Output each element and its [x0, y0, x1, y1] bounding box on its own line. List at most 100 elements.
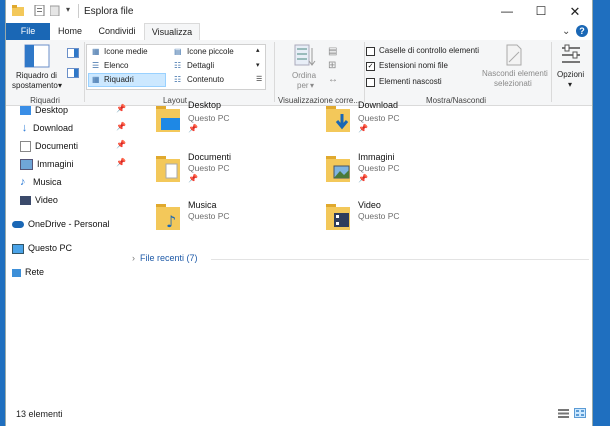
tile-desktop[interactable]: Desktop Questo PC 📌 [156, 100, 306, 140]
chevron-down-icon[interactable]: ▾ [58, 81, 62, 90]
content-icon: ☷ [174, 75, 182, 84]
chevron-right-icon: › [132, 253, 140, 263]
network-icon [12, 268, 21, 277]
cloud-icon [12, 221, 24, 229]
download-icon: ↓ [21, 122, 28, 135]
documents-icon [20, 141, 31, 153]
scroll-up-icon[interactable]: ▴ [256, 46, 260, 54]
group-separator [274, 42, 275, 102]
layout-small-icons[interactable]: Icone piccole [187, 47, 234, 56]
details-pane-icon[interactable] [67, 68, 79, 78]
sort-by-label-1[interactable]: Ordina [292, 71, 316, 80]
file-extensions-label[interactable]: Estensioni nomi file [379, 61, 448, 70]
tab-file[interactable]: File [6, 23, 50, 40]
pin-icon: 📌 [358, 174, 368, 183]
navigation-pane: Desktop 📌 ↓ Download 📌 Documenti 📌 Immagi… [6, 102, 126, 400]
tile-download[interactable]: Download Questo PC 📌 [326, 100, 476, 140]
desktop-icon [20, 106, 31, 116]
new-folder-icon[interactable] [50, 5, 62, 16]
tile-videos[interactable]: Video Questo PC [326, 198, 476, 238]
details-view-icon[interactable] [558, 409, 569, 418]
item-checkboxes-checkbox[interactable] [366, 47, 375, 56]
tile-name: Video [358, 200, 381, 210]
preview-pane-icon[interactable] [67, 48, 79, 58]
ribbon: Riquadro di spostamento ▾ Riquadri ▦ Ico… [6, 40, 592, 106]
options-label[interactable]: Opzioni [557, 70, 584, 79]
tile-name: Desktop [188, 100, 222, 110]
close-button[interactable]: ✕ [558, 0, 592, 23]
group-separator [364, 42, 365, 102]
layout-details[interactable]: Dettagli [187, 61, 214, 70]
tab-home[interactable]: Home [52, 23, 88, 40]
group-by-icon[interactable]: ▤ [328, 46, 337, 57]
expand-ribbon-icon[interactable]: ⌄ [562, 26, 570, 37]
sort-by-icon[interactable] [294, 44, 316, 68]
recent-files-group[interactable]: › File recenti (7) [132, 253, 198, 263]
tile-location: Questo PC [188, 113, 230, 123]
tile-documents[interactable]: Documenti Questo PC 📌 [156, 150, 306, 190]
add-columns-icon[interactable]: ⊞ [328, 60, 336, 71]
title-bar: ▾ Esplora file — ☐ ✕ [6, 0, 592, 23]
title-divider [78, 4, 79, 18]
navigation-pane-icon[interactable] [24, 44, 50, 68]
medium-icons-icon: ▦ [92, 47, 100, 56]
minimize-button[interactable]: — [490, 0, 524, 23]
layout-list[interactable]: Elenco [104, 61, 128, 70]
sidebar-item-this-pc[interactable]: Questo PC [12, 240, 72, 256]
sidebar-item-download[interactable]: ↓ Download [20, 120, 73, 136]
chevron-down-icon[interactable]: ▾ [310, 81, 314, 90]
sidebar-item-music[interactable]: ♪ Musica [20, 174, 62, 190]
file-extensions-checkbox[interactable]: ✓ [366, 62, 375, 71]
hide-selected-icon[interactable] [505, 44, 523, 66]
sidebar-item-network[interactable]: Rete [12, 264, 44, 280]
size-columns-icon[interactable]: ↔ [328, 74, 338, 85]
list-icon: ☰ [92, 61, 100, 70]
sidebar-item-desktop[interactable]: Desktop [20, 102, 68, 118]
item-checkboxes-label[interactable]: Caselle di controllo elementi [379, 46, 479, 55]
sidebar-item-documents[interactable]: Documenti [20, 138, 78, 154]
sidebar-item-onedrive[interactable]: OneDrive - Personal [12, 216, 110, 232]
navigation-pane-label-1[interactable]: Riquadro di [16, 71, 57, 80]
tile-music[interactable]: ♪ Musica Questo PC [156, 198, 306, 238]
status-item-count: 13 elementi [16, 409, 63, 419]
sort-by-label-2[interactable]: per [297, 81, 309, 90]
tile-name: Musica [188, 200, 217, 210]
layout-medium-icons[interactable]: Icone medie [104, 47, 148, 56]
small-icons-icon: ▤ [174, 47, 182, 56]
gallery-more-icon[interactable]: ☰ [256, 75, 262, 83]
tile-location: Questo PC [358, 211, 400, 221]
window-title: Esplora file [84, 6, 134, 17]
help-icon[interactable]: ? [576, 25, 588, 37]
documents-folder-icon [156, 156, 180, 182]
ribbon-tabs: File Home Condividi Visualizza ⌄ ? [6, 23, 592, 42]
hidden-items-checkbox[interactable] [366, 78, 375, 87]
hidden-items-label[interactable]: Elementi nascosti [379, 77, 442, 86]
layout-tiles[interactable]: Riquadri [104, 75, 134, 84]
scroll-down-icon[interactable]: ▾ [256, 61, 260, 69]
maximize-button[interactable]: ☐ [524, 0, 558, 23]
hide-selected-label-1[interactable]: Nascondi elementi [482, 69, 548, 78]
options-icon[interactable] [560, 44, 582, 66]
navigation-pane-label-2[interactable]: spostamento [12, 81, 58, 90]
videos-icon [20, 196, 31, 206]
tile-location: Questo PC [358, 163, 400, 173]
videos-folder-icon [326, 204, 350, 230]
layout-content[interactable]: Contenuto [187, 75, 224, 84]
sidebar-item-pictures[interactable]: Immagini [20, 156, 74, 172]
group-divider [211, 259, 589, 260]
pin-icon: 📌 [116, 104, 126, 113]
sidebar-item-videos[interactable]: Video [20, 192, 58, 208]
tile-pictures[interactable]: Immagini Questo PC 📌 [326, 150, 476, 190]
tile-name: Immagini [358, 152, 395, 162]
properties-icon[interactable] [34, 5, 46, 16]
quick-access-dropdown-icon[interactable]: ▾ [66, 5, 70, 14]
download-folder-icon [326, 106, 350, 132]
tab-share[interactable]: Condividi [92, 23, 142, 40]
chevron-down-icon[interactable]: ▾ [568, 80, 572, 89]
tiles-icon: ▦ [92, 75, 100, 84]
music-folder-icon: ♪ [156, 204, 180, 230]
large-icons-view-icon[interactable] [574, 408, 586, 418]
pin-icon: 📌 [116, 140, 126, 149]
tile-location: Questo PC [358, 113, 400, 123]
hide-selected-label-2[interactable]: selezionati [494, 79, 532, 88]
